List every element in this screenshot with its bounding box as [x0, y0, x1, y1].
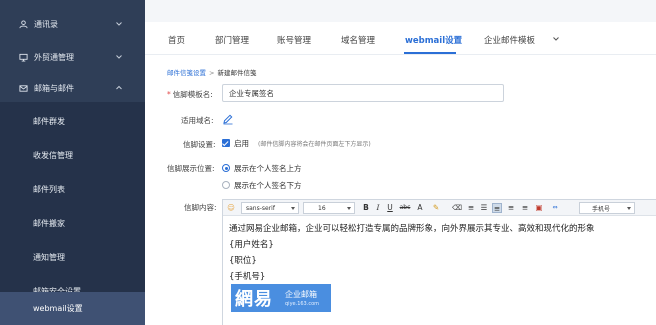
font-family-value: sans-serif — [246, 204, 275, 212]
enable-hint: (邮件信脚内容将会在邮件页面左下方显示) — [258, 141, 371, 148]
emoji-icon[interactable]: ☺ — [226, 203, 236, 213]
required-mark: * — [167, 90, 171, 99]
ordered-list-icon[interactable]: ≡ — [466, 203, 476, 213]
editor-toolbar: ☺ sans-serif 16 B I U abc A ✎ ⌫ ≡ ☰ ≡ ≡ … — [223, 200, 656, 216]
sidebar-item-label: 邮件列表 — [33, 184, 65, 194]
monitor-icon — [18, 52, 28, 62]
position-label: 信脚展示位置: — [167, 164, 215, 173]
unordered-list-icon[interactable]: ☰ — [479, 203, 489, 213]
sidebar-item-send-receive[interactable]: 收发信管理 — [0, 138, 145, 172]
rich-text-editor[interactable]: ☺ sans-serif 16 B I U abc A ✎ ⌫ ≡ ☰ ≡ ≡ … — [222, 199, 656, 325]
logo-product-text: 企业邮箱 — [285, 290, 317, 299]
position-above-radio[interactable] — [222, 164, 230, 172]
sidebar-item-label: webmail设置 — [33, 304, 83, 313]
underline-icon[interactable]: U — [385, 203, 395, 213]
placeholder-select[interactable]: 手机号 — [579, 202, 635, 214]
align-right-icon[interactable]: ≡ — [520, 203, 530, 213]
editor-content[interactable]: 通过网易企业邮箱，企业可以轻松打造专属的品牌形象，向外界展示其专业、高效和现代化… — [229, 221, 595, 285]
netease-logo-image: 網易 企业邮箱 qiye.163.com — [231, 284, 331, 312]
content-line: {手机号} — [229, 272, 266, 282]
sidebar-item-mass-mail[interactable]: 邮件群发 — [0, 104, 145, 138]
content-line: {用户姓名} — [229, 240, 274, 250]
font-family-select[interactable]: sans-serif — [241, 202, 299, 214]
chevron-down-icon — [347, 207, 351, 210]
sidebar-item-label: 邮件群发 — [33, 116, 65, 126]
tab-accounts[interactable]: 账号管理 — [277, 34, 311, 46]
sidebar-group-mail[interactable]: 邮箱与邮件 — [0, 73, 145, 103]
sidebar-item-notifications[interactable]: 通知管理 — [0, 240, 145, 274]
enable-checkbox[interactable] — [222, 139, 230, 147]
breadcrumb-parent-link[interactable]: 邮件信笺设置 — [167, 69, 206, 77]
strikethrough-icon[interactable]: abc — [398, 203, 412, 213]
sidebar-item-webmail[interactable]: webmail设置 — [0, 292, 145, 325]
position-below-radio[interactable] — [222, 181, 230, 189]
sidebar-item-mail-list[interactable]: 邮件列表 — [0, 172, 145, 206]
template-name-value: 企业专属签名 — [229, 88, 274, 98]
sidebar-group-label: 邮箱与邮件 — [34, 83, 74, 93]
tab-mail-templates[interactable]: 企业邮件模板 — [484, 34, 535, 46]
logo-brand-text: 網易 — [235, 289, 273, 310]
template-name-label-text: 信脚模板名: — [172, 90, 213, 99]
link-icon[interactable]: ⇔ — [548, 203, 562, 213]
font-size-value: 16 — [318, 204, 326, 212]
position-above-label: 展示在个人签名上方 — [234, 164, 302, 173]
position-below-label: 展示在个人签名下方 — [234, 181, 302, 190]
sidebar-group-label: 通讯录 — [34, 19, 58, 29]
image-icon[interactable]: ▣ — [534, 203, 544, 213]
tab-domains[interactable]: 域名管理 — [341, 34, 375, 46]
tab-webmail-settings[interactable]: webmail设置 — [405, 34, 462, 46]
font-color-icon[interactable]: A — [415, 203, 425, 213]
domain-label: 适用域名: — [181, 116, 214, 125]
clear-format-icon[interactable]: ⌫ — [452, 203, 462, 213]
breadcrumb-separator: > — [209, 69, 215, 77]
template-name-input[interactable]: 企业专属签名 — [222, 84, 504, 102]
highlight-icon[interactable]: ✎ — [431, 203, 441, 213]
content-label: 信脚内容: — [184, 203, 217, 212]
sidebar-group-label: 外贸通管理 — [34, 52, 74, 62]
sidebar-item-label: 通知管理 — [33, 252, 65, 262]
sidebar-item-mail-migration[interactable]: 邮件搬家 — [0, 206, 145, 240]
sidebar: 通讯录 外贸通管理 邮箱与邮件 邮件群发 收发信管理 邮件列表 邮件搬家 通知管… — [0, 0, 145, 325]
breadcrumb-current: 新建邮件信笺 — [217, 69, 257, 77]
content-line: {职位} — [229, 256, 257, 266]
chevron-up-icon — [116, 85, 122, 90]
edit-icon[interactable] — [222, 113, 234, 125]
italic-icon[interactable]: I — [373, 203, 383, 213]
enable-label: 启用 — [234, 139, 249, 148]
person-icon — [18, 19, 28, 29]
chevron-down-icon[interactable] — [552, 35, 560, 43]
sidebar-group-trade[interactable]: 外贸通管理 — [0, 42, 145, 72]
mail-icon — [18, 83, 28, 93]
placeholder-select-value: 手机号 — [592, 205, 611, 213]
breadcrumb: 邮件信笺设置 > 新建邮件信笺 — [167, 67, 256, 77]
tab-bar — [145, 0, 656, 55]
template-name-label: * 信脚模板名: — [167, 89, 213, 100]
align-center-icon[interactable]: ≡ — [506, 203, 516, 213]
sidebar-item-label: 邮件搬家 — [33, 218, 65, 228]
sidebar-item-label: 收发信管理 — [33, 150, 73, 160]
bold-icon[interactable]: B — [361, 203, 371, 213]
chevron-down-icon — [116, 55, 122, 59]
content-line: 通过网易企业邮箱，企业可以轻松打造专属的品牌形象，向外界展示其专业、高效和现代化… — [229, 224, 595, 234]
active-tab-indicator — [404, 52, 456, 54]
tab-home[interactable]: 首页 — [168, 34, 185, 46]
chevron-down-icon — [627, 207, 631, 210]
align-left-icon[interactable]: ≡ — [492, 203, 502, 213]
sidebar-group-contacts[interactable]: 通讯录 — [0, 9, 145, 39]
chevron-down-icon — [291, 207, 295, 210]
logo-url-text: qiye.163.com — [285, 301, 319, 307]
tab-departments[interactable]: 部门管理 — [215, 34, 249, 46]
font-size-select[interactable]: 16 — [303, 202, 355, 214]
chevron-down-icon — [116, 22, 122, 26]
signature-setting-label: 信脚设置: — [183, 140, 216, 149]
